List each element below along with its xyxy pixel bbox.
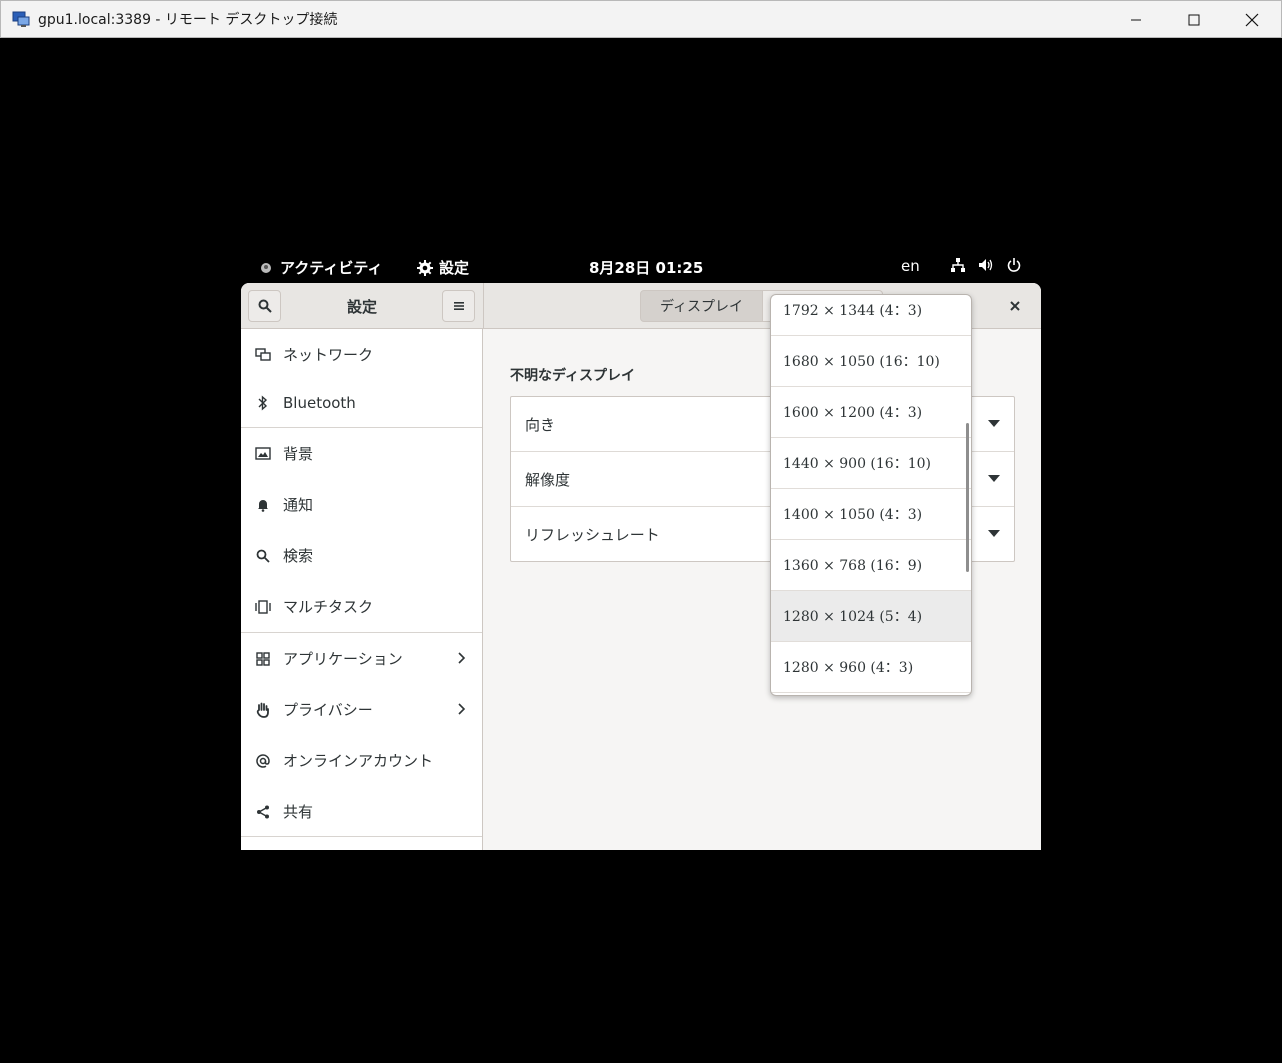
resolution-option[interactable]: 1680 × 1050 (16：10) — [771, 336, 971, 387]
sidebar-item-label: アプリケーション — [283, 650, 403, 668]
share-icon — [255, 804, 271, 820]
minimize-button[interactable] — [1107, 1, 1165, 38]
row-label: 解像度 — [525, 471, 571, 489]
sidebar-item-search[interactable]: 検索 — [241, 530, 482, 581]
app-menu[interactable]: 設定 — [417, 257, 469, 278]
sidebar-item-label: オンラインアカウント — [283, 752, 434, 770]
sidebar-item-privacy[interactable]: プライバシー — [241, 684, 482, 735]
sidebar-item-multitasking[interactable]: マルチタスク — [241, 581, 482, 632]
sidebar-item-background[interactable]: 背景 — [241, 428, 482, 479]
bell-icon — [255, 497, 271, 513]
activities-label: アクティビティ — [280, 259, 383, 277]
search-icon — [255, 548, 271, 564]
sidebar-item-notifications[interactable]: 通知 — [241, 479, 482, 530]
resolution-option[interactable]: 1360 × 768 (16：9) — [771, 540, 971, 591]
close-icon — [1010, 301, 1020, 311]
system-menu[interactable] — [950, 257, 1022, 273]
close-settings-button[interactable] — [1003, 294, 1027, 318]
sidebar-item-label: ネットワーク — [283, 346, 374, 364]
remote-desktop-icon — [12, 10, 30, 28]
row-label: リフレッシュレート — [525, 526, 660, 544]
app-menu-label: 設定 — [439, 259, 470, 277]
header-separator — [483, 283, 484, 329]
apps-icon — [255, 651, 271, 667]
sidebar-item-label: 検索 — [283, 547, 314, 565]
sidebar-item-label: Bluetooth — [283, 393, 356, 412]
tab-display[interactable]: ディスプレイ — [640, 290, 763, 322]
sidebar-item-label: 通知 — [283, 496, 314, 514]
dropdown-arrow-icon — [988, 418, 1000, 431]
bluetooth-icon — [255, 394, 271, 411]
sidebar-item-label: マルチタスク — [283, 598, 374, 616]
resolution-popover: 1792 × 1344 (4：3) 1680 × 1050 (16：10) 16… — [770, 294, 972, 696]
chevron-right-icon — [458, 649, 466, 668]
row-label: 向き — [525, 416, 556, 434]
sidebar-item-online-accounts[interactable]: オンラインアカウント — [241, 735, 482, 786]
clock[interactable]: 8月28日 01:25 — [589, 257, 703, 278]
popover-scrollbar[interactable] — [966, 423, 969, 572]
settings-sidebar: ネットワーク Bluetooth 背景 通知 検索 マルチタスク アプリケーショ… — [241, 329, 483, 850]
power-icon — [1007, 258, 1021, 272]
resolution-option[interactable]: 1440 × 900 (16：10) — [771, 438, 971, 489]
sidebar-item-label: 背景 — [283, 445, 314, 463]
activities-button[interactable]: アクティビティ — [260, 257, 382, 278]
display-heading: 不明なディスプレイ — [510, 368, 636, 384]
activities-icon — [261, 262, 271, 273]
window-title: gpu1.local:3389 - リモート デスクトップ接続 — [38, 12, 338, 28]
chevron-right-icon — [458, 700, 466, 719]
network-icon — [255, 347, 271, 363]
close-window-button[interactable] — [1223, 1, 1281, 38]
resolution-option-highlighted[interactable]: 1280 × 1024 (5：4) — [771, 591, 971, 642]
sidebar-item-label: 共有 — [283, 803, 314, 821]
at-icon — [255, 753, 271, 769]
sidebar-separator — [241, 836, 482, 837]
sidebar-item-sharing[interactable]: 共有 — [241, 786, 482, 837]
hand-icon — [255, 702, 271, 718]
gnome-topbar: アクティビティ 設定 8月28日 01:25 en — [240, 250, 1040, 282]
primary-menu-button[interactable] — [442, 290, 475, 322]
rdp-titlebar: gpu1.local:3389 - リモート デスクトップ接続 — [0, 0, 1282, 38]
resolution-option[interactable]: 1792 × 1344 (4：3) — [771, 295, 971, 336]
resolution-option[interactable]: 1400 × 1050 (4：3) — [771, 489, 971, 540]
multitask-icon — [255, 599, 271, 615]
background-icon — [255, 446, 271, 462]
sidebar-item-label: プライバシー — [283, 701, 373, 719]
sidebar-item-network[interactable]: ネットワーク — [241, 329, 482, 380]
resolution-option[interactable]: 1280 × 960 (4：3) — [771, 642, 971, 693]
gear-icon — [417, 259, 433, 276]
sidebar-item-bluetooth[interactable]: Bluetooth — [241, 377, 482, 428]
resolution-option[interactable]: 1600 × 1200 (4：3) — [771, 387, 971, 438]
maximize-button[interactable] — [1165, 1, 1223, 38]
dropdown-arrow-icon — [988, 528, 1000, 541]
sidebar-item-applications[interactable]: アプリケーション — [241, 633, 482, 684]
volume-icon — [979, 259, 993, 271]
dropdown-arrow-icon — [988, 473, 1000, 486]
input-language[interactable]: en — [901, 257, 920, 275]
hamburger-icon — [453, 302, 464, 310]
network-wired-icon — [951, 258, 965, 272]
